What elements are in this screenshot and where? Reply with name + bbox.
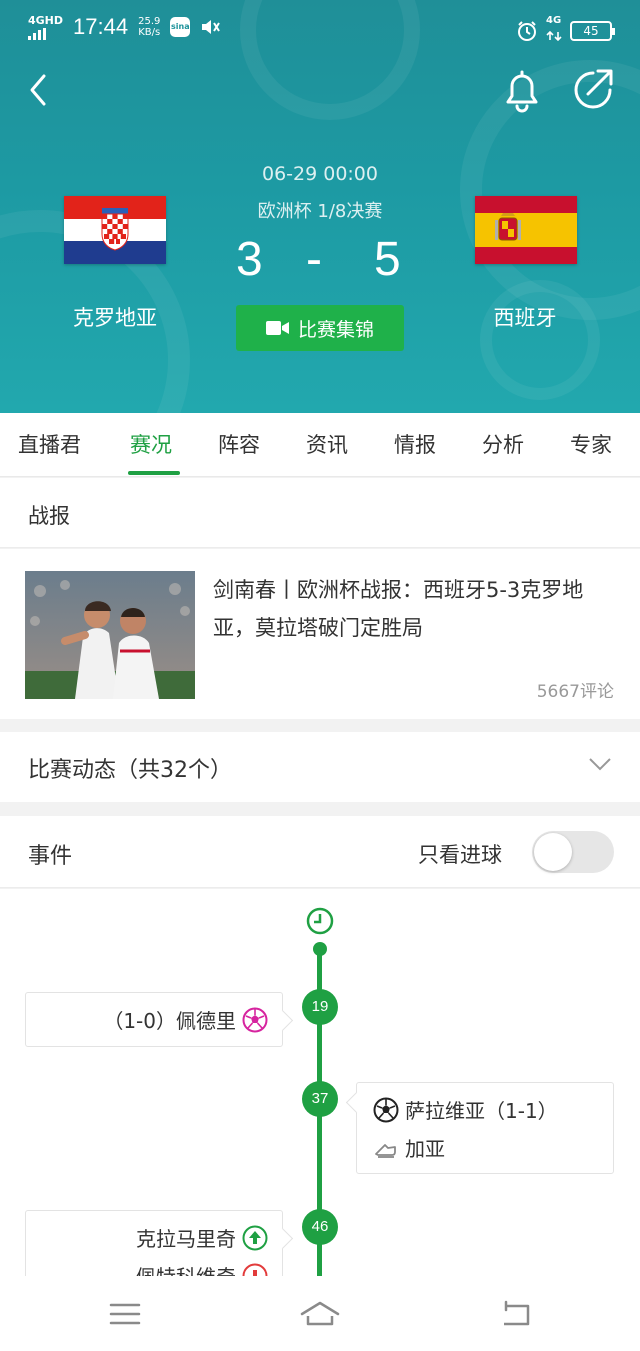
event-card[interactable]: 萨拉维亚（1-1） 加亚 — [356, 1082, 614, 1174]
substitution-in-icon — [242, 1225, 268, 1250]
tab-experts[interactable]: 专家 — [570, 429, 612, 459]
score-separator: - — [306, 233, 322, 286]
header-decoration — [480, 280, 600, 400]
toggle-knob — [534, 833, 572, 871]
event-row: 萨拉维亚（1-1） — [373, 1095, 558, 1124]
event-card[interactable]: （1-0）佩德里 — [25, 992, 283, 1047]
assist-boot-icon — [375, 1143, 396, 1158]
highlights-button[interactable]: 比赛集锦 — [236, 305, 404, 351]
news-item[interactable]: 剑南春丨欧洲杯战报：西班牙5-3克罗地亚，莫拉塔破门定胜局 5667评论 — [0, 549, 640, 719]
event-text: 萨拉维亚（1-1） — [405, 1099, 558, 1123]
away-team-name[interactable]: 西班牙 — [440, 302, 610, 332]
network-speed: 25.9 KB/s — [138, 16, 161, 38]
substitution-out-icon — [242, 1263, 268, 1276]
system-nav-bar — [0, 1276, 640, 1351]
battery-icon: 45 — [570, 20, 615, 41]
data-arrows-icon — [546, 30, 562, 42]
timeline-start-dot — [313, 942, 327, 956]
video-camera-icon — [265, 321, 289, 335]
highlights-label: 比赛集锦 — [297, 318, 374, 341]
match-dynamics-title: 比赛动态（共32个） — [28, 758, 232, 783]
menu-icon[interactable] — [105, 1298, 145, 1330]
status-bar: 4GHD 17:44 25.9 KB/s sina 4G 45 — [0, 0, 640, 58]
news-thumbnail[interactable] — [25, 571, 195, 699]
event-minute: 37 — [302, 1081, 338, 1117]
event-text: （1-0）佩德里 — [103, 1009, 236, 1033]
tab-live-host[interactable]: 直播君 — [18, 429, 81, 459]
back-icon[interactable] — [24, 70, 56, 110]
event-row: 佩特科维奇 — [136, 1261, 268, 1276]
event-card[interactable]: 克拉马里奇 佩特科维奇 — [25, 1210, 283, 1276]
home-icon[interactable] — [298, 1298, 342, 1330]
goals-only-label: 只看进球 — [418, 843, 502, 867]
tab-analysis[interactable]: 分析 — [482, 429, 524, 459]
event-text: 克拉马里奇 — [136, 1227, 236, 1251]
report-section-header: 战报 — [0, 478, 640, 548]
alarm-icon — [518, 20, 536, 41]
event-timeline: 19 （1-0）佩德里 37 萨拉维亚（1-1） 加亚 46 克拉马里奇 — [0, 889, 640, 1276]
match-datetime: 06-29 00:00 — [261, 163, 378, 185]
events-title: 事件 — [28, 844, 73, 869]
tab-lineup[interactable]: 阵容 — [218, 429, 260, 459]
croatia-flag-icon — [64, 196, 166, 264]
clock: 17:44 — [73, 14, 129, 39]
event-row: （1-0）佩德里 — [103, 1005, 268, 1034]
goals-only-toggle[interactable] — [532, 831, 614, 873]
bell-icon[interactable] — [500, 66, 544, 114]
active-tab-indicator — [128, 471, 180, 475]
tab-match-status[interactable]: 赛况 — [130, 429, 172, 459]
own-goal-ball-icon — [242, 1007, 268, 1032]
mobile-data-indicator: 4G — [546, 16, 562, 45]
events-header: 事件 只看进球 — [0, 816, 640, 888]
report-title: 战报 — [28, 504, 70, 528]
signal-icon — [28, 27, 63, 40]
event-row: 克拉马里奇 — [136, 1223, 268, 1252]
match-header: 4GHD 17:44 25.9 KB/s sina 4G 45 06-29 00… — [0, 0, 640, 413]
share-icon[interactable] — [570, 66, 616, 112]
network-type: 4GHD — [28, 13, 64, 27]
tab-intel[interactable]: 情报 — [394, 429, 436, 459]
event-minute: 19 — [302, 989, 338, 1025]
event-minute: 46 — [302, 1209, 338, 1245]
signal-indicator: 4GHD — [28, 15, 63, 40]
scoreboard: 3 - 5 — [230, 232, 410, 292]
mute-icon — [202, 20, 221, 34]
news-headline[interactable]: 剑南春丨欧洲杯战报：西班牙5-3克罗地亚，莫拉塔破门定胜局 — [213, 571, 618, 647]
back-nav-icon[interactable] — [496, 1298, 536, 1330]
away-score: 5 — [374, 233, 401, 286]
sina-app-icon: sina — [170, 17, 191, 37]
home-team-name[interactable]: 克罗地亚 — [30, 302, 200, 332]
match-dynamics-row[interactable]: 比赛动态（共32个） — [0, 732, 640, 802]
football-icon — [373, 1097, 399, 1122]
event-row: 加亚 — [373, 1133, 445, 1162]
event-text: 佩特科维奇 — [136, 1261, 236, 1276]
home-score: 3 — [236, 233, 263, 286]
clock-icon — [306, 907, 334, 935]
spain-flag-icon — [475, 196, 577, 264]
tab-news[interactable]: 资讯 — [306, 429, 348, 459]
comment-count: 5667评论 — [536, 682, 614, 702]
chevron-down-icon[interactable] — [588, 756, 612, 772]
tab-bar: 直播君 赛况 阵容 资讯 情报 分析 专家 — [0, 413, 640, 477]
event-text: 加亚 — [405, 1137, 445, 1161]
